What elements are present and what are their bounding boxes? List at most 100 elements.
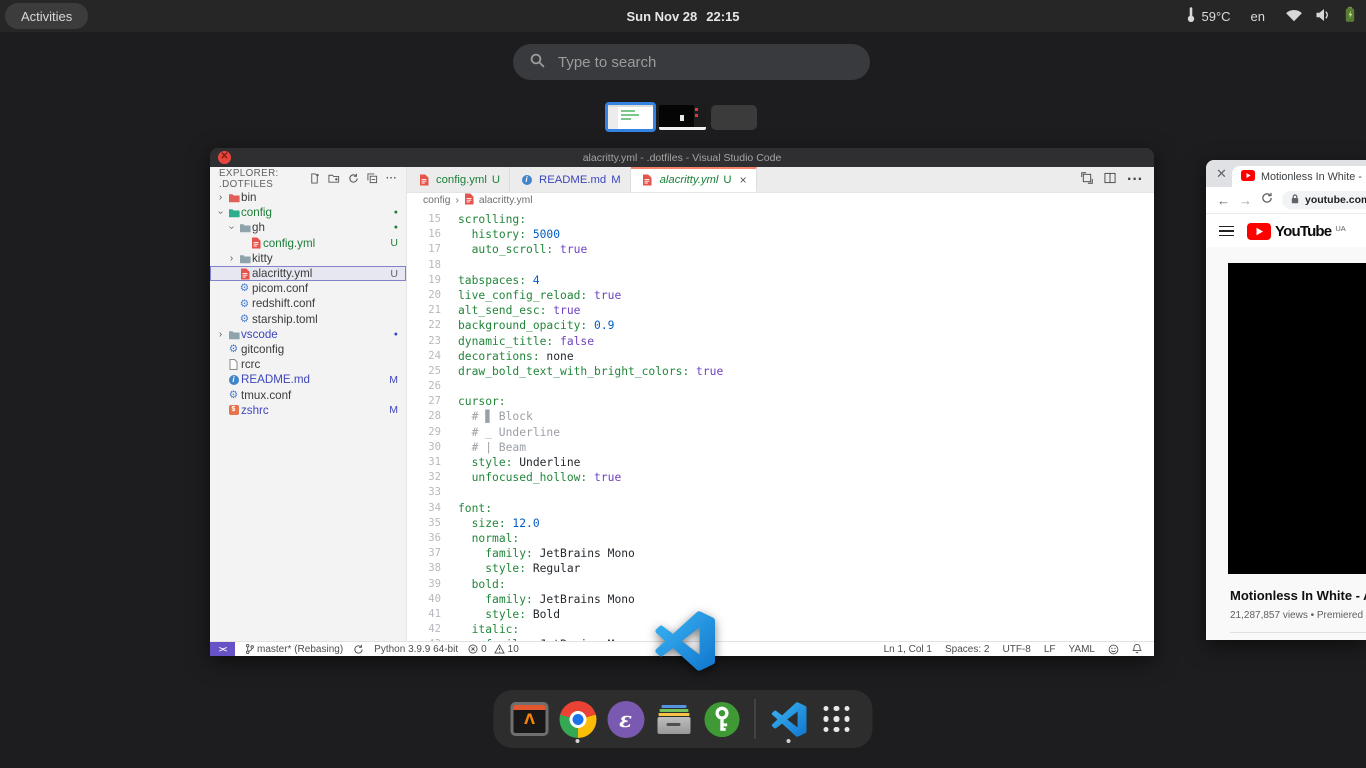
back-button[interactable]: ← (1217, 193, 1230, 208)
system-status-area[interactable]: 59°C en (1187, 0, 1356, 32)
editor-more-icon[interactable]: ··· (1127, 171, 1143, 189)
explorer-item-config.yml[interactable]: config.ymlU (210, 236, 406, 251)
vscode-title-bar[interactable]: ✕ alacritty.yml - .dotfiles - Visual Stu… (210, 148, 1154, 167)
more-actions-icon[interactable]: ··· (386, 173, 397, 184)
language-mode[interactable]: YAML (1069, 644, 1096, 655)
explorer-item-config[interactable]: ›config● (210, 205, 406, 220)
dock-item-chrome[interactable] (558, 693, 598, 745)
folder-gray-icon (226, 329, 241, 340)
tab-label: README.md (539, 174, 606, 186)
explorer-item-bin[interactable]: ›bin (210, 190, 406, 205)
address-bar[interactable]: youtube.com/wa (1282, 191, 1366, 209)
search-input[interactable]: Type to search (513, 44, 870, 80)
tab-close-icon[interactable]: × (740, 173, 747, 187)
sync-icon[interactable] (353, 644, 364, 655)
line-number: 17 (407, 242, 458, 257)
explorer-item-tmux.conf[interactable]: ⚙tmux.conf (210, 387, 406, 402)
chevron-icon: › (226, 222, 237, 233)
explorer-item-kitty[interactable]: ›kitty (210, 251, 406, 266)
python-interpreter[interactable]: Python 3.9.9 64-bit (374, 644, 458, 655)
emacs-icon: ε (607, 701, 644, 738)
forward-button[interactable]: → (1239, 193, 1252, 208)
notifications-bell-icon[interactable] (1132, 643, 1142, 655)
dock-item-keepass[interactable] (702, 693, 742, 745)
collapse-all-icon[interactable] (367, 173, 378, 184)
window-close-button[interactable]: ✕ (218, 151, 231, 164)
line-number: 41 (407, 607, 458, 622)
dock-item-emacs[interactable]: ε (606, 693, 646, 745)
indentation-status[interactable]: Spaces: 2 (945, 644, 989, 655)
item-label: tmux.conf (241, 389, 291, 402)
tab-config.yml[interactable]: config.ymlU (407, 167, 510, 192)
vscode-drag-icon[interactable] (653, 611, 715, 676)
breadcrumb-file[interactable]: alacritty.yml (479, 195, 533, 206)
line-number: 40 (407, 592, 458, 607)
dock-item-files[interactable] (654, 693, 694, 745)
item-label: rcrc (241, 358, 260, 371)
feedback-icon[interactable] (1108, 644, 1119, 655)
explorer-item-alacritty.yml[interactable]: alacritty.ymlU (210, 266, 406, 281)
explorer-item-vscode[interactable]: ›vscode● (210, 327, 406, 342)
remote-indicator[interactable]: >< (210, 642, 235, 656)
folder-teal-icon (226, 207, 241, 218)
explorer-item-README.md[interactable]: iREADME.mdM (210, 372, 406, 387)
editor-code[interactable]: 15scrolling:16 history: 500017 auto_scro… (407, 208, 1154, 641)
reload-button[interactable] (1261, 191, 1273, 209)
line-number: 34 (407, 501, 458, 516)
dash-dock: Λε (494, 690, 873, 748)
volume-icon (1315, 8, 1332, 25)
activities-button[interactable]: Activities (5, 3, 88, 29)
dock-item-alacritty-terminal[interactable]: Λ (510, 693, 550, 745)
workspace-thumbnail-youtube[interactable] (659, 105, 706, 130)
breadcrumb-folder[interactable]: config (423, 195, 450, 206)
line-number: 24 (407, 349, 458, 364)
line-number: 37 (407, 546, 458, 561)
chrome-tab-strip: ✕ Motionless In White - (1206, 160, 1366, 187)
explorer-item-starship.toml[interactable]: ⚙starship.toml (210, 312, 406, 327)
gear-icon: ⚙ (226, 344, 241, 355)
refresh-icon[interactable] (348, 173, 359, 184)
tab-alacritty.yml[interactable]: alacritty.ymlU× (631, 167, 757, 192)
git-branch-status[interactable]: master* (Rebasing) (245, 643, 343, 655)
eol-status[interactable]: LF (1044, 644, 1056, 655)
tab-README.md[interactable]: iREADME.mdM (510, 167, 631, 192)
split-editor-icon[interactable] (1104, 171, 1116, 189)
encoding-status[interactable]: UTF-8 (1002, 644, 1030, 655)
explorer-item-rcrc[interactable]: rcrc (210, 357, 406, 372)
item-label: picom.conf (252, 282, 308, 295)
video-title: Motionless In White - Anot (1230, 588, 1366, 603)
item-label: kitty (252, 252, 273, 265)
code-line: 24decorations: none (407, 349, 1154, 364)
dock-item-vscode[interactable] (769, 693, 809, 745)
tab-close-icon[interactable]: ✕ (1216, 167, 1227, 180)
warning-icon (494, 644, 505, 654)
youtube-logo[interactable]: YouTube UA (1247, 223, 1346, 240)
menu-hamburger-icon[interactable] (1219, 226, 1234, 237)
explorer-item-redshift.conf[interactable]: ⚙redshift.conf (210, 296, 406, 311)
problems-status[interactable]: 0 10 (468, 644, 519, 655)
chrome-tab-youtube[interactable]: Motionless In White - (1232, 166, 1366, 187)
explorer-item-gh[interactable]: ›gh● (210, 220, 406, 235)
clock-button[interactable]: Sun Nov 28 22:15 (626, 0, 739, 32)
dock-item-app-grid[interactable] (817, 693, 857, 745)
tab-git-badge: U (492, 174, 500, 186)
cursor-position[interactable]: Ln 1, Col 1 (884, 644, 932, 655)
explorer-item-picom.conf[interactable]: ⚙picom.conf (210, 281, 406, 296)
gear-icon: ⚙ (237, 283, 252, 294)
explorer-item-zshrc[interactable]: $zshrcM (210, 403, 406, 418)
workspace-thumbnail-empty[interactable] (711, 105, 757, 130)
new-folder-icon[interactable] (328, 173, 340, 184)
folder-gray-icon (237, 222, 252, 233)
code-line: 38 style: Regular (407, 561, 1154, 576)
youtube-favicon (1241, 170, 1255, 184)
code-line: 26 (407, 379, 1154, 394)
line-number: 32 (407, 470, 458, 485)
thumb-decoration (621, 118, 631, 120)
search-icon (530, 53, 545, 72)
video-player[interactable] (1228, 263, 1366, 574)
code-line: 17 auto_scroll: true (407, 242, 1154, 257)
new-file-icon[interactable] (309, 173, 320, 184)
toggle-layout-icon[interactable] (1081, 171, 1093, 189)
workspace-thumbnail-vscode[interactable] (605, 102, 656, 132)
explorer-item-gitconfig[interactable]: ⚙gitconfig (210, 342, 406, 357)
